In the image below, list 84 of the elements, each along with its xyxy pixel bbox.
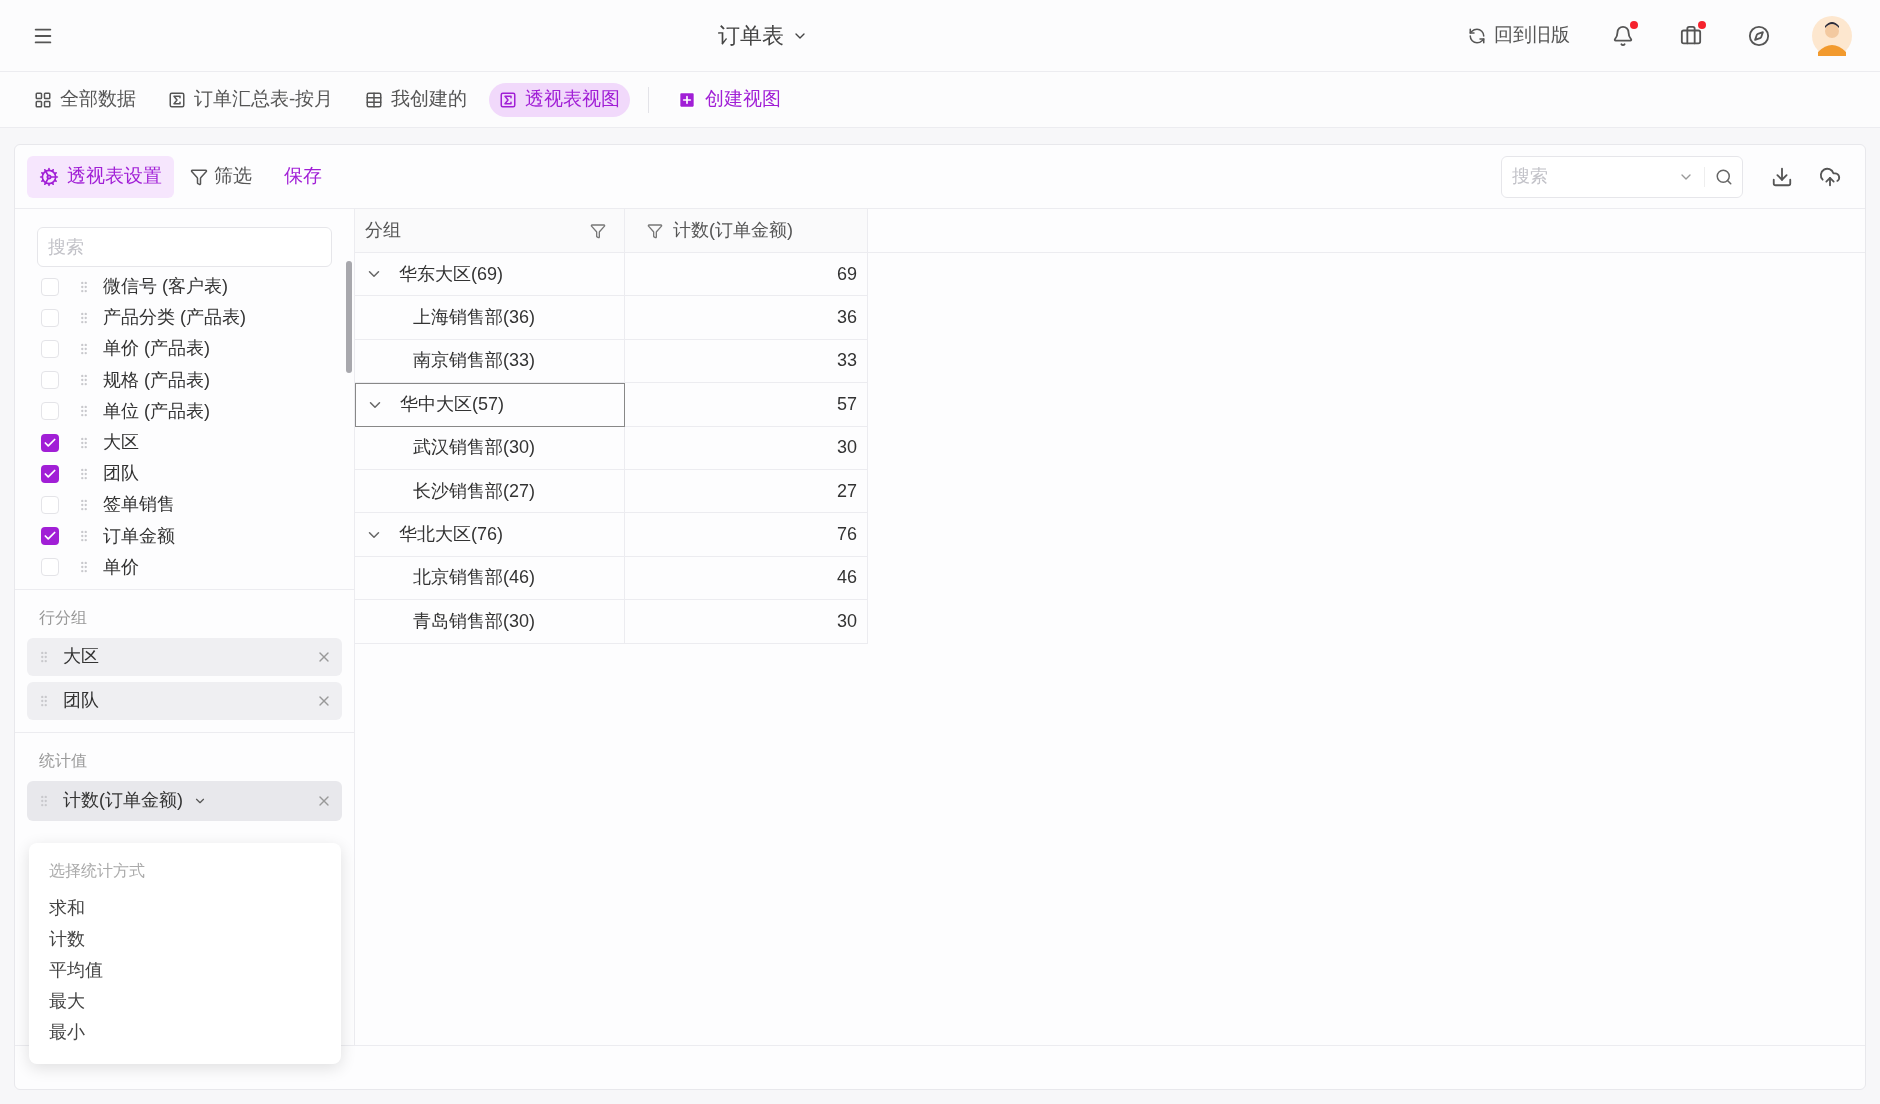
field-checkbox[interactable] bbox=[41, 495, 59, 514]
table-cell: 76 bbox=[625, 513, 868, 557]
sigma-icon bbox=[168, 90, 186, 109]
gear-icon bbox=[39, 166, 59, 187]
table-cell: 长沙销售部(27) bbox=[355, 469, 625, 514]
menu-item[interactable]: 求和 bbox=[49, 892, 321, 924]
download-icon bbox=[1771, 165, 1793, 188]
group-cell[interactable]: 华东大区(69) bbox=[355, 253, 625, 297]
table-cell: 青岛销售部(30) bbox=[355, 600, 625, 644]
field-checkbox[interactable] bbox=[41, 339, 59, 358]
chip-label: 团队 bbox=[63, 689, 100, 713]
section-title: 统计值 bbox=[38, 750, 88, 771]
search-icon[interactable] bbox=[1715, 167, 1733, 186]
compass-icon bbox=[1748, 24, 1770, 47]
field-checkbox[interactable] bbox=[41, 371, 59, 390]
old-version-button[interactable]: 回到旧版 bbox=[1468, 21, 1570, 50]
table-cell: 36 bbox=[625, 296, 868, 340]
field-label: 订单金额 bbox=[103, 524, 175, 548]
table-cell: 57 bbox=[625, 383, 868, 427]
title-dropdown[interactable]: 订单表 bbox=[718, 19, 808, 52]
menu-title: 选择统计方式 bbox=[49, 860, 145, 881]
view-tab[interactable]: 全部数据 bbox=[24, 82, 146, 117]
row-group-chip[interactable]: 大区 bbox=[27, 637, 342, 676]
field-checkbox[interactable] bbox=[41, 527, 59, 546]
refresh-icon bbox=[1468, 26, 1486, 45]
briefcase-icon bbox=[1680, 24, 1702, 47]
sigma-icon bbox=[499, 90, 518, 109]
chip-label: 大区 bbox=[63, 645, 100, 669]
menu-item[interactable]: 最大 bbox=[49, 985, 321, 1017]
scrollbar[interactable] bbox=[346, 261, 352, 373]
group-label: 华东大区(69) bbox=[399, 262, 503, 286]
field-label: 单位 (产品表) bbox=[103, 399, 210, 423]
field-checkbox[interactable] bbox=[41, 308, 59, 327]
field-label: 单价 (产品表) bbox=[103, 337, 210, 361]
field-label: 团队 bbox=[103, 462, 139, 486]
grid-icon bbox=[34, 90, 52, 109]
avatar-icon[interactable] bbox=[1812, 15, 1852, 56]
save-button[interactable]: 保存 bbox=[284, 162, 322, 191]
field-checkbox[interactable] bbox=[41, 402, 59, 421]
section-title: 行分组 bbox=[38, 607, 88, 628]
field-checkbox[interactable] bbox=[41, 433, 59, 452]
group-cell[interactable]: 华中大区(57) bbox=[355, 383, 625, 427]
upload-icon bbox=[1819, 165, 1841, 188]
search-field[interactable]: 搜索 bbox=[1501, 155, 1743, 198]
field-checkbox[interactable] bbox=[41, 464, 59, 483]
table-cell: 30 bbox=[625, 600, 868, 644]
field-label: 产品分类 (产品表) bbox=[103, 306, 246, 330]
table-cell: 69 bbox=[625, 253, 868, 297]
field-checkbox[interactable] bbox=[41, 277, 59, 296]
field-label: 单价 bbox=[103, 555, 139, 579]
menu-item[interactable]: 平均值 bbox=[49, 954, 321, 986]
field-label: 规格 (产品表) bbox=[103, 368, 210, 392]
group-label: 华北大区(76) bbox=[399, 523, 503, 547]
table-cell: 上海销售部(36) bbox=[355, 296, 625, 340]
menu-item[interactable]: 计数 bbox=[49, 923, 321, 955]
table-cell: 46 bbox=[625, 556, 868, 601]
table-cell: 武汉销售部(30) bbox=[355, 426, 625, 470]
chip-label: 计数(订单金额) bbox=[63, 789, 183, 813]
group-cell[interactable]: 华北大区(76) bbox=[355, 513, 625, 557]
field-search-field[interactable]: 搜索 bbox=[37, 227, 332, 267]
row-group-chip[interactable]: 团队 bbox=[27, 681, 342, 720]
group-label: 华中大区(57) bbox=[400, 393, 504, 417]
view-tab[interactable]: 订单汇总表-按月 bbox=[158, 82, 344, 117]
field-label: 大区 bbox=[103, 431, 139, 455]
field-label: 签单销售 bbox=[103, 493, 175, 517]
table-cell: 33 bbox=[625, 339, 868, 384]
field-checkbox[interactable] bbox=[41, 558, 59, 577]
pivot-settings-tab[interactable]: 透视表设置 bbox=[27, 155, 174, 198]
create-view-button[interactable]: 创建视图 bbox=[667, 85, 792, 114]
table-icon bbox=[365, 90, 384, 109]
table-cell: 南京销售部(33) bbox=[355, 339, 625, 384]
bell-icon bbox=[1612, 24, 1634, 47]
field-label: 微信号 (客户表) bbox=[103, 275, 228, 299]
table-cell: 27 bbox=[625, 469, 868, 514]
table-cell: 30 bbox=[625, 426, 868, 470]
view-tab[interactable]: 我创建的 bbox=[355, 82, 478, 117]
value-chip[interactable]: 计数(订单金额) bbox=[27, 780, 342, 821]
filter-button[interactable]: 筛选 bbox=[190, 162, 252, 191]
view-tab[interactable]: 透视表视图 bbox=[489, 82, 631, 117]
menu-item[interactable]: 最小 bbox=[49, 1016, 321, 1048]
filter-icon[interactable] bbox=[590, 222, 606, 239]
filter-icon bbox=[190, 167, 208, 186]
filter-icon[interactable] bbox=[647, 222, 663, 239]
table-cell: 北京销售部(46) bbox=[355, 556, 625, 601]
